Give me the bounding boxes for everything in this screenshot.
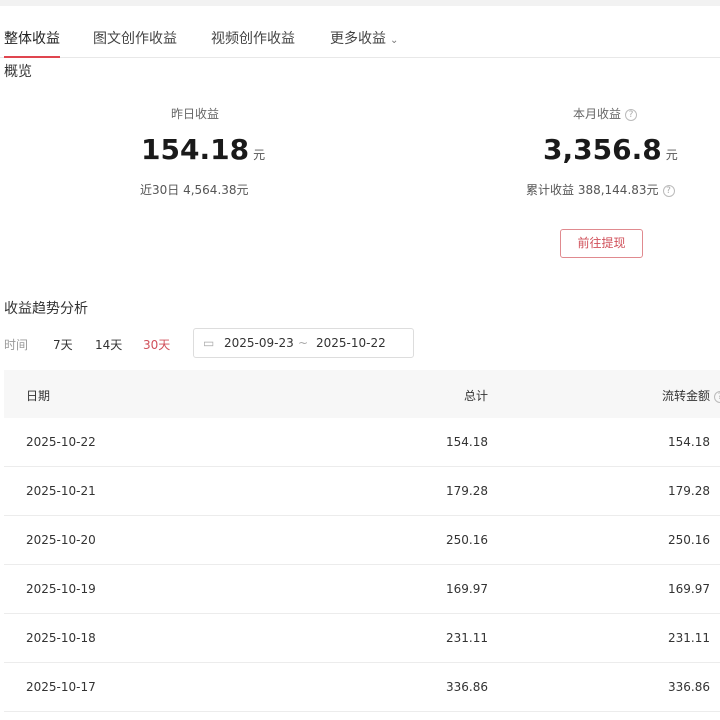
cell-total: 336.86 — [446, 680, 488, 694]
cell-flow: 169.97 — [668, 582, 710, 596]
time-label: 时间 — [4, 338, 29, 352]
cell-total: 231.11 — [446, 631, 488, 645]
yesterday-amount: 154.18 — [141, 133, 250, 166]
calendar-icon: ▭ — [203, 336, 215, 350]
help-icon[interactable]: ? — [662, 184, 675, 197]
cell-total: 179.28 — [446, 484, 488, 498]
table-header: 日期 总计 流转金额? — [4, 370, 720, 418]
withdraw-button[interactable]: 前往提现 — [560, 229, 643, 258]
table-row: 2025-10-22 154.18 154.18 — [4, 418, 720, 467]
cell-total: 154.18 — [446, 435, 488, 449]
range-30d[interactable]: 30天 — [143, 336, 170, 353]
overview-title: 概览 — [4, 64, 32, 80]
date-separator: ~ — [298, 336, 309, 350]
last30-total: 近30日 4,564.38元 — [140, 183, 249, 197]
cell-flow: 231.11 — [668, 631, 710, 645]
header-flow-text: 流转金额 — [661, 389, 710, 403]
cell-flow: 154.18 — [668, 435, 710, 449]
tab-more-label: 更多收益 — [330, 31, 386, 47]
help-icon[interactable]: ? — [714, 390, 720, 403]
cell-total: 250.16 — [446, 533, 488, 547]
tab-article[interactable]: 图文创作收益 — [93, 28, 177, 48]
header-total: 总计 — [463, 389, 488, 403]
unit: 元 — [253, 148, 266, 162]
tab-overall[interactable]: 整体收益 — [4, 28, 60, 58]
cell-date: 2025-10-19 — [26, 582, 96, 596]
header-date: 日期 — [26, 389, 51, 403]
table-row: 2025-10-21 179.28 179.28 — [4, 467, 720, 516]
date-range-picker[interactable]: ▭ 2025-09-23 ~ 2025-10-22 — [193, 328, 414, 358]
header-flow: 流转金额? — [662, 387, 720, 404]
help-icon[interactable]: ? — [625, 108, 637, 121]
chevron-down-icon: ⌄ — [390, 35, 399, 46]
cell-date: 2025-10-20 — [26, 533, 96, 547]
yesterday-value: 154.18 元 — [141, 133, 265, 166]
cell-date: 2025-10-17 — [26, 680, 96, 694]
unit: 元 — [665, 148, 678, 162]
cumulative-total: 累计收益 388,144.83元? — [526, 181, 675, 198]
table-row: 2025-10-19 169.97 169.97 — [4, 565, 720, 614]
month-label: 本月收益? — [550, 105, 660, 122]
cell-date: 2025-10-21 — [26, 484, 96, 498]
start-date[interactable]: 2025-09-23 — [224, 336, 294, 350]
table-row: 2025-10-18 231.11 231.11 — [4, 614, 720, 663]
cumulative-text: 累计收益 388,144.83元 — [526, 183, 659, 197]
tab-bar: 整体收益 图文创作收益 视频创作收益 更多收益 ⌄ — [0, 20, 720, 58]
top-bar — [0, 0, 720, 6]
table-row: 2025-10-17 336.86 336.86 — [4, 663, 720, 712]
table-row: 2025-10-20 250.16 250.16 — [4, 516, 720, 565]
cell-flow: 179.28 — [668, 484, 710, 498]
cell-flow: 250.16 — [668, 533, 710, 547]
range-7d[interactable]: 7天 — [53, 336, 73, 353]
month-amount: 3,356.8 — [543, 133, 662, 166]
yesterday-label: 昨日收益 — [170, 107, 219, 121]
cell-date: 2025-10-18 — [26, 631, 96, 645]
tab-video[interactable]: 视频创作收益 — [211, 28, 295, 48]
cell-flow: 336.86 — [668, 680, 710, 694]
end-date[interactable]: 2025-10-22 — [316, 336, 386, 350]
month-value: 3,356.8 元 — [543, 133, 678, 166]
cell-date: 2025-10-22 — [26, 435, 96, 449]
cell-total: 169.97 — [446, 582, 488, 596]
month-label-text: 本月收益 — [572, 107, 621, 121]
range-14d[interactable]: 14天 — [95, 336, 122, 353]
trend-title: 收益趋势分析 — [4, 301, 88, 317]
tab-more[interactable]: 更多收益 ⌄ — [330, 28, 398, 48]
